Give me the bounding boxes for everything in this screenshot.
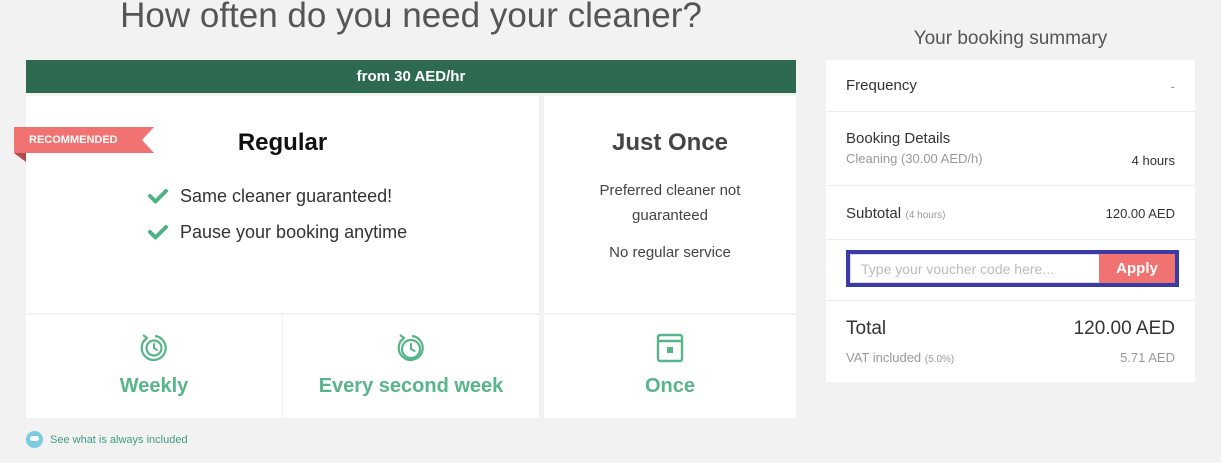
once-description: Preferred cleaner not guaranteed [599,182,741,224]
feature-text: Same cleaner guaranteed! [180,185,393,206]
apply-button[interactable]: Apply [1099,254,1175,283]
vat-label-group: VAT included (5.0%) [846,350,954,365]
see-included-link[interactable]: See what is always included [26,431,188,448]
details-value: 4 hours [1131,153,1175,168]
frequency-label: Every second week [318,375,504,397]
price-banner: from 30 AED/hr [26,60,796,93]
details-subtext: Cleaning (30.00 AED/h) [846,151,983,166]
total-value: 120.00 AED [1073,318,1175,339]
divider [826,300,1195,301]
frequency-option-once[interactable]: Once [544,315,796,418]
summary-row-frequency: Frequency - [826,60,1195,112]
included-link-text: See what is always included [50,433,188,446]
clock-refresh-icon [140,334,167,362]
once-note: No regular service [609,244,731,261]
vat-rate: (5.0%) [924,354,955,365]
frequency-value: - [1170,79,1175,94]
chat-bubble-icon [26,431,43,448]
frequency-label: Frequency [846,77,917,94]
plan-title-regular: Regular [237,129,328,156]
vat-value: 5.71 AED [1120,350,1175,365]
subtotal-hours: (4 hours) [905,210,946,221]
frequency-label: Once [644,375,696,397]
frequency-option-every-second-week[interactable]: Every second week [283,315,539,418]
voucher-form: Apply [846,250,1179,287]
feature-list: Same cleaner guaranteed! Pause your book… [148,178,407,250]
frequency-label: Weekly [119,375,189,397]
booking-summary: Frequency - Booking Details Cleaning (30… [826,60,1195,382]
clock-refresh-icon [397,334,424,362]
details-label: Booking Details [846,130,951,147]
calendar-icon [656,333,684,363]
subtotal-value: 120.00 AED [1105,206,1175,221]
summary-title: Your booking summary [913,28,1108,49]
checkmark-icon [148,188,168,204]
page-title: How often do you need your cleaner? [120,0,702,35]
feature-item: Same cleaner guaranteed! [148,178,407,214]
frequency-option-weekly[interactable]: Weekly [26,315,282,418]
ribbon-fold [14,153,26,162]
checkmark-icon [148,224,168,240]
summary-row-details: Booking Details Cleaning (30.00 AED/h) 4… [826,113,1195,186]
plan-card-once[interactable]: Just Once Preferred cleaner not guarante… [544,96,796,313]
voucher-input[interactable] [850,254,1099,283]
plan-title-once: Just Once [611,129,729,156]
plan-card-regular[interactable]: RECOMMENDED Regular Same cleaner guarant… [14,96,539,313]
feature-item: Pause your booking anytime [148,214,407,250]
summary-row-subtotal: Subtotal (4 hours) 120.00 AED [826,187,1195,240]
vat-label: VAT included [846,350,922,365]
total-label: Total [846,318,887,339]
feature-text: Pause your booking anytime [180,221,408,242]
subtotal-label: Subtotal [846,205,902,222]
